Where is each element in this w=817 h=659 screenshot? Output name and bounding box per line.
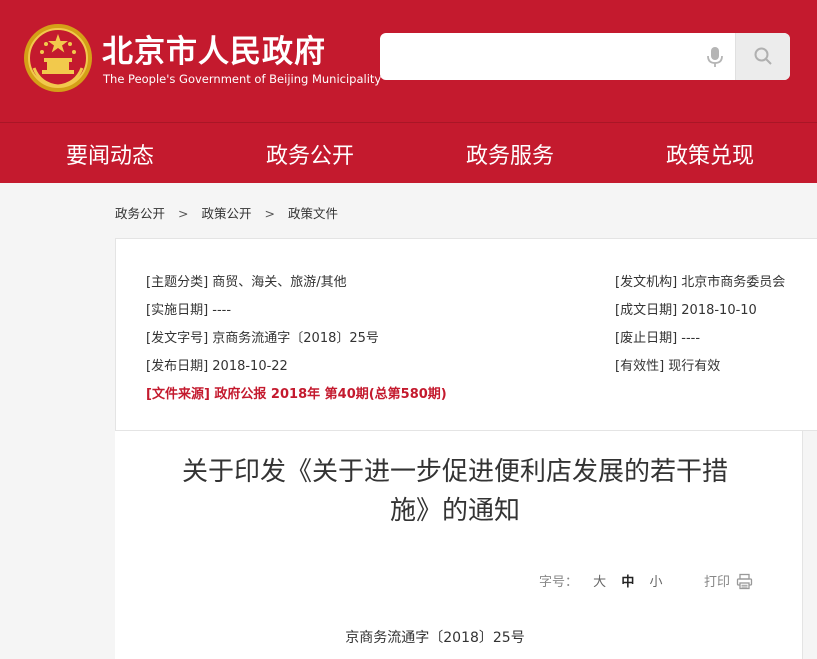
meta-created-date: [成文日期] 2018-10-10 [615,303,757,318]
microphone-icon[interactable] [702,44,728,70]
nav-item-news[interactable]: 要闻动态 [66,138,154,170]
breadcrumb-item-policy-docs[interactable]: 政策文件 [288,203,338,222]
search-icon [754,47,772,65]
meta-doc-number: [发文字号] 京商务流通字〔2018〕25号 [146,331,379,346]
meta-publish-date: [发布日期] 2018-10-22 [146,359,288,374]
nav-item-gov-affairs-open[interactable]: 政务公开 [266,138,354,170]
meta-abolish-date: [废止日期] ---- [615,331,701,346]
article-title-line1: 关于印发《关于进一步促进便利店发展的若干措 [181,457,728,487]
meta-validity: [有效性] 现行有效 [615,359,721,374]
meta-effective-date: [实施日期] ---- [146,303,232,318]
font-size-large-button[interactable]: 大 [593,575,606,590]
site-title[interactable]: 北京市人民政府 [102,26,326,71]
document-meta-panel: [主题分类] 商贸、海关、旅游/其他 [发文机构] 北京市商务委员会 [实施日期… [115,238,817,431]
printer-icon [737,573,753,590]
print-button[interactable]: 打印 [704,571,753,590]
nav-item-policy-fulfillment[interactable]: 政策兑现 [666,138,754,170]
font-size-small-button[interactable]: 小 [649,575,662,590]
breadcrumb-item-policy-open[interactable]: 政策公开 [202,203,252,222]
meta-issuer: [发文机构] 北京市商务委员会 [615,275,786,290]
breadcrumb-separator: > [264,206,275,221]
breadcrumb-separator: > [178,206,189,221]
print-label: 打印 [704,575,731,590]
font-size-selector: 字号： 大 中 小 [539,571,662,590]
article-panel: 关于印发《关于进一步促进便利店发展的若干措 施》的通知 字号： 大 中 小 打印… [115,431,803,659]
breadcrumb: 政务公开 > 政策公开 > 政策文件 [115,203,338,222]
font-size-medium-button[interactable]: 中 [621,575,634,590]
search-box [380,33,790,80]
national-emblem-icon[interactable] [22,22,94,94]
site-subtitle: The People's Government of Beijing Munic… [103,72,382,86]
article-title-line2: 施》的通知 [389,496,520,526]
search-button[interactable] [735,33,790,80]
meta-source-link[interactable]: [文件来源] 政府公报 2018年 第40期(总第580期) [146,383,447,402]
breadcrumb-item-gov-affairs[interactable]: 政务公开 [115,203,165,222]
search-input[interactable] [380,33,700,80]
font-size-label: 字号： [539,575,579,590]
meta-subject: [主题分类] 商贸、海关、旅游/其他 [146,275,347,290]
article-title: 关于印发《关于进一步促进便利店发展的若干措 施》的通知 [135,453,775,531]
nav-item-gov-services[interactable]: 政务服务 [466,138,554,170]
article-doc-number: 京商务流通字〔2018〕25号 [345,630,525,646]
site-header: 北京市人民政府 The People's Government of Beiji… [0,0,817,122]
main-nav: 要闻动态 政务公开 政务服务 政策兑现 [0,122,817,183]
